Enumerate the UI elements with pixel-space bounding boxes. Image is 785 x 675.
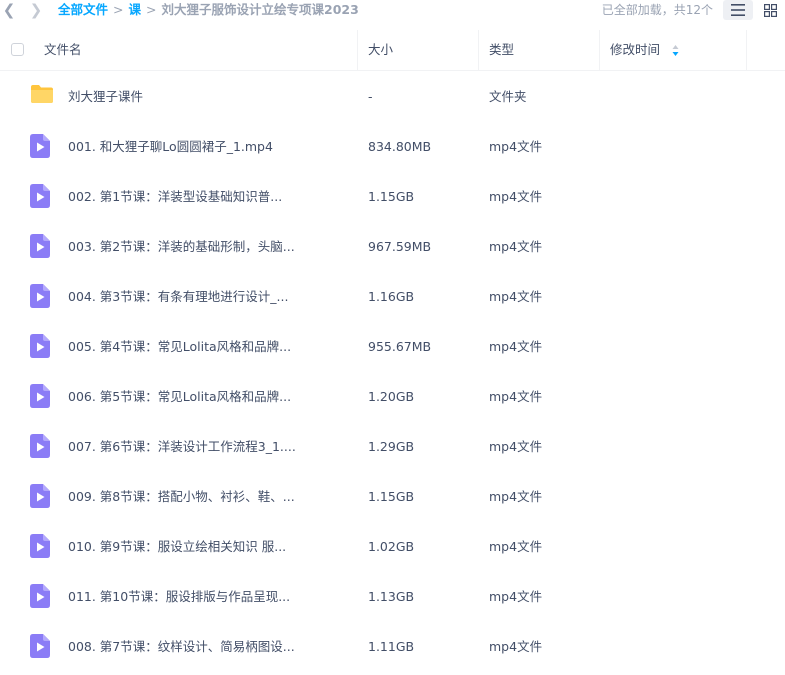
file-row[interactable]: 001. 和大狸子聊Lo圆圆裙子_1.mp4 834.80MB mp4文件 [0, 122, 785, 172]
video-file-icon [30, 634, 50, 662]
column-divider [478, 30, 479, 70]
file-name[interactable]: 002. 第1节课：洋装型设基础知识普... [68, 172, 282, 222]
video-file-icon [30, 584, 50, 612]
video-file-icon [30, 484, 50, 512]
file-type: mp4文件 [489, 589, 543, 604]
file-type: mp4文件 [489, 289, 543, 304]
file-name[interactable]: 004. 第3节课：有条有理地进行设计_... [68, 272, 288, 322]
breadcrumb-folder[interactable]: 课 [129, 2, 142, 17]
select-all-checkbox[interactable] [11, 43, 24, 56]
grid-view-button[interactable] [755, 0, 785, 20]
file-row[interactable]: 004. 第3节课：有条有理地进行设计_... 1.16GB mp4文件 [0, 272, 785, 322]
video-file-icon [30, 184, 50, 212]
file-type: mp4文件 [489, 139, 543, 154]
file-row[interactable]: 007. 第6节课：洋装设计工作流程3_1.... 1.29GB mp4文件 [0, 422, 785, 472]
file-row[interactable]: 011. 第10节课：服设排版与作品呈现... 1.13GB mp4文件 [0, 572, 785, 622]
file-size: 1.11GB [368, 639, 415, 654]
video-file-icon [30, 334, 50, 362]
file-row[interactable]: 009. 第8节课：搭配小物、衬衫、鞋、... 1.15GB mp4文件 [0, 472, 785, 522]
breadcrumb-current: 刘大狸子服饰设计立绘专项课2023 [161, 2, 359, 17]
file-name[interactable]: 刘大狸子课件 [68, 72, 143, 122]
file-name[interactable]: 010. 第9节课：服设立绘相关知识 服... [68, 522, 286, 572]
column-divider [357, 30, 358, 70]
video-file-icon [30, 384, 50, 412]
grid-view-icon [763, 3, 777, 17]
file-name[interactable]: 008. 第7节课：纹样设计、简易柄图设... [68, 622, 295, 672]
breadcrumb-separator: > [146, 2, 157, 17]
file-type: mp4文件 [489, 439, 543, 454]
top-bar: ❮ ❯ 全部文件 > 课 > 刘大狸子服饰设计立绘专项课2023 已全部加载，共12个 [0, 0, 785, 22]
file-type: mp4文件 [489, 389, 543, 404]
file-type: 文件夹 [489, 89, 527, 104]
column-header-size[interactable]: 大小 [368, 30, 393, 70]
file-name[interactable]: 006. 第5节课：常见Lolita风格和品牌... [68, 372, 291, 422]
file-type: mp4文件 [489, 489, 543, 504]
file-size: - [368, 89, 373, 104]
video-file-icon [30, 284, 50, 312]
file-name[interactable]: 003. 第2节课：洋装的基础形制，头脑... [68, 222, 295, 272]
file-name[interactable]: 011. 第10节课：服设排版与作品呈现... [68, 572, 290, 622]
column-header-modified[interactable]: 修改时间 [610, 30, 679, 70]
file-size: 1.29GB [368, 439, 415, 454]
file-row[interactable]: 008. 第7节课：纹样设计、简易柄图设... 1.11GB mp4文件 [0, 622, 785, 672]
file-type: mp4文件 [489, 339, 543, 354]
file-row[interactable]: 005. 第4节课：常见Lolita风格和品牌... 955.67MB mp4文件 [0, 322, 785, 372]
list-view-icon [731, 4, 745, 16]
file-row[interactable]: 002. 第1节课：洋装型设基础知识普... 1.15GB mp4文件 [0, 172, 785, 222]
load-status: 已全部加载，共12个 [601, 3, 713, 17]
file-size: 967.59MB [368, 239, 432, 254]
column-header-modified-label: 修改时间 [610, 42, 661, 57]
file-name[interactable]: 007. 第6节课：洋装设计工作流程3_1.... [68, 422, 296, 472]
file-row[interactable]: 刘大狸子课件 - 文件夹 [0, 72, 785, 122]
file-size: 1.15GB [368, 189, 415, 204]
file-row[interactable]: 003. 第2节课：洋装的基础形制，头脑... 967.59MB mp4文件 [0, 222, 785, 272]
video-file-icon [30, 234, 50, 262]
file-size: 955.67MB [368, 339, 432, 354]
breadcrumb-all-files[interactable]: 全部文件 [58, 2, 108, 17]
file-list-header: 文件名 大小 类型 修改时间 [0, 30, 785, 71]
list-view-button[interactable] [723, 0, 753, 20]
breadcrumb: 全部文件 > 课 > 刘大狸子服饰设计立绘专项课2023 [58, 2, 359, 18]
file-size: 834.80MB [368, 139, 432, 154]
file-size: 1.02GB [368, 539, 415, 554]
column-header-type[interactable]: 类型 [489, 30, 514, 70]
file-name[interactable]: 005. 第4节课：常见Lolita风格和品牌... [68, 322, 291, 372]
sort-icon[interactable] [672, 45, 679, 56]
chevron-right-icon[interactable]: ❯ [29, 1, 43, 19]
video-file-icon [30, 534, 50, 562]
file-size: 1.20GB [368, 389, 415, 404]
chevron-left-icon[interactable]: ❮ [2, 1, 16, 19]
video-file-icon [30, 434, 50, 462]
file-row[interactable]: 010. 第9节课：服设立绘相关知识 服... 1.02GB mp4文件 [0, 522, 785, 572]
file-type: mp4文件 [489, 239, 543, 254]
file-name[interactable]: 009. 第8节课：搭配小物、衬衫、鞋、... [68, 472, 295, 522]
file-type: mp4文件 [489, 539, 543, 554]
column-header-name[interactable]: 文件名 [44, 30, 82, 70]
column-divider [746, 30, 747, 70]
breadcrumb-separator: > [113, 2, 124, 17]
column-divider [599, 30, 600, 70]
file-size: 1.15GB [368, 489, 415, 504]
file-size: 1.16GB [368, 289, 415, 304]
file-size: 1.13GB [368, 589, 415, 604]
video-file-icon [30, 134, 50, 162]
file-type: mp4文件 [489, 639, 543, 654]
folder-icon [30, 84, 54, 108]
file-name[interactable]: 001. 和大狸子聊Lo圆圆裙子_1.mp4 [68, 122, 273, 172]
file-row[interactable]: 006. 第5节课：常见Lolita风格和品牌... 1.20GB mp4文件 [0, 372, 785, 422]
file-type: mp4文件 [489, 189, 543, 204]
